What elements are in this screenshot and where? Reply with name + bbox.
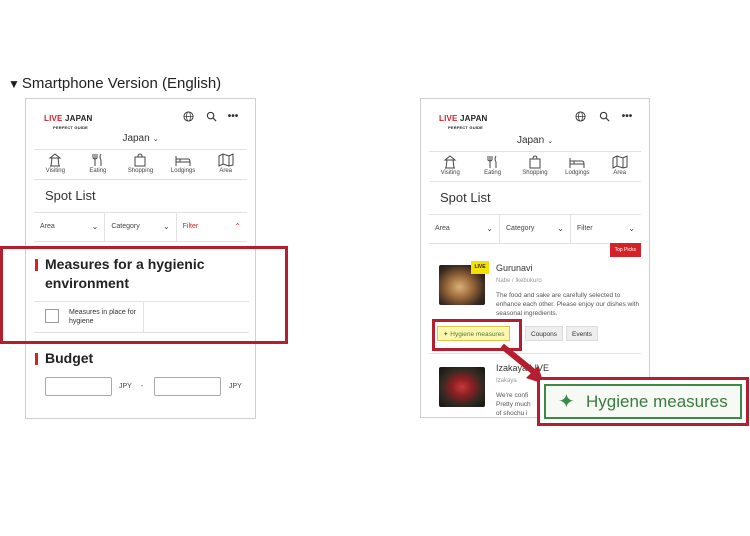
currency-label: JPY <box>229 383 242 390</box>
nav-area[interactable]: Area <box>600 152 640 181</box>
filter-bar: Area ⌄ Category ⌄ Filter ⌄ <box>429 214 641 244</box>
divider <box>429 181 641 182</box>
chevron-down-icon: ⌄ <box>557 224 564 233</box>
shopping-icon <box>529 155 541 169</box>
live-japan-logo[interactable]: LIVE JAPAN PERFECT GUIDE <box>44 109 93 130</box>
currency-label: JPY <box>119 383 132 390</box>
category-nav: Visiting Eating Shopping Lodgings Area <box>34 149 247 179</box>
chevron-down-icon: ⌄ <box>628 224 635 233</box>
coupons-tag[interactable]: Coupons <box>525 326 564 341</box>
triangle-down-icon: ▼ <box>8 77 20 91</box>
budget-title: Budget <box>34 350 94 366</box>
globe-icon[interactable] <box>182 111 194 123</box>
highlight-frame-hygiene-filter <box>0 246 288 344</box>
visiting-icon <box>48 153 62 167</box>
nav-shopping[interactable]: Shopping <box>120 150 160 179</box>
izakaya-photo[interactable] <box>439 367 485 407</box>
nav-eating[interactable]: Eating <box>473 152 513 181</box>
filter-bar: Area ⌄ Category ⌄ Filter ⌃ <box>34 212 247 242</box>
visiting-icon <box>443 155 457 169</box>
filter-category[interactable]: Category ⌄ <box>105 213 177 241</box>
shopping-icon <box>134 153 146 167</box>
live-japan-logo[interactable]: LIVE JAPAN PERFECT GUIDE <box>439 109 488 130</box>
budget-min-input[interactable] <box>45 377 112 396</box>
card-description: The food and sake are carefully selected… <box>496 292 640 317</box>
eating-icon <box>487 155 497 168</box>
chevron-down-icon: ⌄ <box>486 224 493 233</box>
filter-category[interactable]: Category ⌄ <box>500 215 571 243</box>
chevron-up-icon: ⌃ <box>234 222 241 231</box>
lodgings-icon <box>175 156 191 166</box>
globe-icon[interactable] <box>574 111 586 123</box>
area-icon <box>612 155 628 169</box>
live-badge: LIVE <box>471 261 489 274</box>
sparkle-icon: ✦ <box>558 391 575 413</box>
region-selector[interactable]: Japan ⌄ <box>421 135 649 146</box>
chevron-down-icon: ⌄ <box>152 136 159 143</box>
nav-shopping[interactable]: Shopping <box>515 152 555 181</box>
more-icon[interactable]: ••• <box>621 111 633 123</box>
area-icon <box>218 153 234 167</box>
filter-filter[interactable]: Filter ⌄ <box>571 215 641 243</box>
region-selector[interactable]: Japan ⌄ <box>26 133 255 144</box>
card-title[interactable]: Gurunavi <box>496 263 533 273</box>
filter-area[interactable]: Area ⌄ <box>34 213 106 241</box>
app-header: LIVE JAPAN PERFECT GUIDE ••• <box>26 99 255 135</box>
nav-lodgings[interactable]: Lodgings <box>557 152 597 181</box>
page-heading: ▼ Smartphone Version (English) <box>8 75 222 92</box>
range-separator: - <box>141 383 144 390</box>
nav-eating[interactable]: Eating <box>78 150 118 179</box>
filter-filter[interactable]: Filter ⌃ <box>177 213 247 241</box>
spot-list-title: Spot List <box>440 190 491 205</box>
eating-icon <box>92 153 102 166</box>
nav-lodgings[interactable]: Lodgings <box>163 150 203 179</box>
filter-area[interactable]: Area ⌄ <box>429 215 500 243</box>
divider <box>34 179 247 180</box>
hygiene-measures-zoom-callout: ✦ Hygiene measures <box>537 377 749 426</box>
app-header: LIVE JAPAN PERFECT GUIDE ••• <box>421 99 649 135</box>
more-icon[interactable]: ••• <box>227 111 239 123</box>
chevron-down-icon: ⌄ <box>162 222 170 231</box>
search-icon[interactable] <box>598 111 610 123</box>
nav-visiting[interactable]: Visiting <box>430 152 470 181</box>
chevron-down-icon: ⌄ <box>547 138 554 145</box>
nav-area[interactable]: Area <box>206 150 246 179</box>
lodgings-icon <box>569 158 585 168</box>
top-picks-badge: Top Picks <box>609 243 641 257</box>
hygiene-measures-badge-enlarged: ✦ Hygiene measures <box>544 384 742 419</box>
category-nav: Visiting Eating Shopping Lodgings Area <box>429 151 641 181</box>
budget-max-input[interactable] <box>154 377 221 396</box>
card-subtitle: Nabe / Ikebukuro <box>496 278 542 284</box>
chevron-down-icon: ⌄ <box>91 222 99 231</box>
nav-visiting[interactable]: Visiting <box>35 150 75 179</box>
events-tag[interactable]: Events <box>566 326 598 341</box>
spot-list-title: Spot List <box>45 188 96 203</box>
search-icon[interactable] <box>205 111 217 123</box>
